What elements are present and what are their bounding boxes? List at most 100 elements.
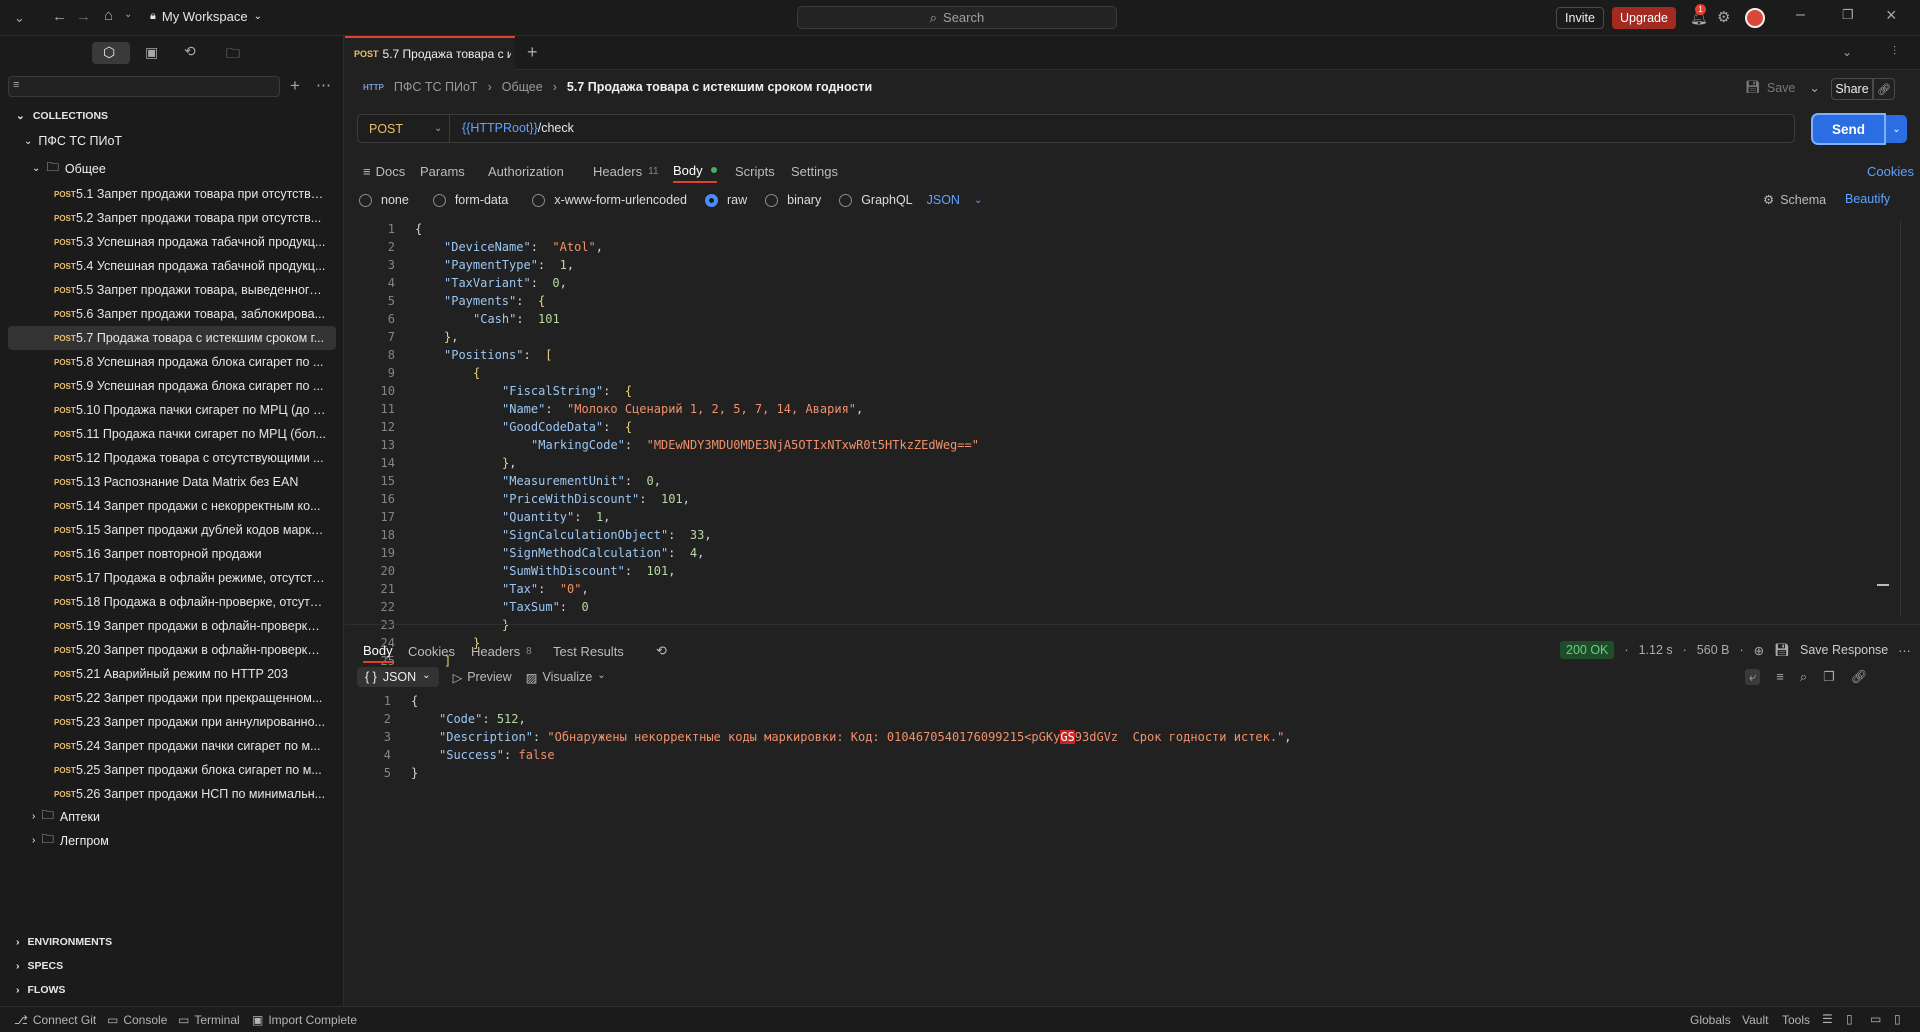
- flows-section[interactable]: › FLOWS: [16, 984, 65, 996]
- request-item[interactable]: POST 5.15 Запрет продажи дублей кодов мар…: [8, 518, 336, 542]
- request-item[interactable]: POST 5.23 Запрет продажи при аннулированн…: [8, 710, 336, 734]
- url-input[interactable]: {{HTTPRoot}} /check: [462, 121, 574, 135]
- invite-button[interactable]: Invite: [1556, 7, 1604, 29]
- request-item[interactable]: POST 5.10 Продажа пачки сигарет по МРЦ (д…: [8, 398, 336, 422]
- request-item[interactable]: POST 5.11 Продажа пачки сигарет по МРЦ (б…: [8, 422, 336, 446]
- wrap-icon[interactable]: ⤶: [1745, 669, 1761, 685]
- request-item[interactable]: POST 5.24 Запрет продажи пачки сигарет по…: [8, 734, 336, 758]
- sidebar-toggle-icon[interactable]: ⫶: [1893, 44, 1896, 59]
- layout-right-icon[interactable]: ▯: [1894, 1012, 1901, 1026]
- tools-button[interactable]: Tools: [1782, 1013, 1810, 1027]
- vault-button[interactable]: Vault: [1742, 1013, 1768, 1027]
- folder-item-pharma[interactable]: › 🗀︎ Аптеки: [32, 806, 100, 827]
- avatar[interactable]: [1745, 8, 1765, 28]
- globals-button[interactable]: Globals: [1690, 1013, 1731, 1027]
- home-icon[interactable]: ⌂: [104, 7, 113, 24]
- search-icon[interactable]: ⌕: [1800, 669, 1807, 685]
- response-body-viewer[interactable]: 1{2 "Code": 512, 3 "Description": "Обнаруже…: [357, 692, 1901, 842]
- specs-section[interactable]: › SPECS: [16, 960, 63, 972]
- workspace-selector[interactable]: 🔒︎ My Workspace ⌄: [150, 9, 262, 24]
- request-item[interactable]: POST 5.7 Продажа товара с истекшим сроком…: [8, 326, 336, 350]
- breadcrumb-folder[interactable]: Общее: [502, 80, 543, 94]
- tabs-menu-chevron-icon[interactable]: ⌄: [1842, 45, 1852, 59]
- folder-item-light[interactable]: › 🗀︎ Легпром: [32, 830, 109, 851]
- request-item[interactable]: POST 5.2 Запрет продажи товара при отсутс…: [8, 206, 336, 230]
- breadcrumb-current[interactable]: 5.7 Продажа товара с истекшим сроком год…: [567, 80, 872, 94]
- method-select[interactable]: POST ⌄: [358, 115, 450, 142]
- request-item[interactable]: POST 5.13 Распознание Data Matrix без EAN: [8, 470, 336, 494]
- send-options-chevron-icon[interactable]: ⌄: [1886, 115, 1907, 143]
- tab-headers[interactable]: Headers 11: [593, 159, 659, 183]
- connect-git-button[interactable]: ⎇ Connect Git: [14, 1013, 96, 1027]
- response-time[interactable]: 1.12 s: [1639, 643, 1673, 657]
- request-item[interactable]: POST 5.12 Продажа товара с отсутствующими…: [8, 446, 336, 470]
- globe-icon[interactable]: ⊕: [1754, 643, 1764, 658]
- request-body-editor[interactable]: 1{2 "DeviceName": "Atol", 3 "PaymentType": …: [357, 220, 1901, 686]
- request-item[interactable]: POST 5.14 Запрет продажи с некорректным к…: [8, 494, 336, 518]
- link-icon[interactable]: 🔗︎: [1851, 669, 1868, 685]
- folder-icon[interactable]: 🗀︎: [226, 43, 240, 67]
- environments-section[interactable]: › ENVIRONMENTS: [16, 936, 112, 948]
- request-item[interactable]: POST 5.6 Запрет продажи товара, заблокиро…: [8, 302, 336, 326]
- send-button[interactable]: Send: [1813, 115, 1884, 143]
- preview-button[interactable]: ▷ Preview: [453, 670, 512, 685]
- request-item[interactable]: POST 5.22 Запрет продажи при прекращенном…: [8, 686, 336, 710]
- schema-button[interactable]: ⚙ Schema: [1763, 192, 1826, 208]
- terminal-button[interactable]: ▭ Terminal: [178, 1013, 240, 1027]
- request-item[interactable]: POST 5.19 Запрет продажи в офлайн-проверк…: [8, 614, 336, 638]
- more-icon[interactable]: ⋯: [316, 76, 331, 94]
- tab-docs[interactable]: ≡ Docs: [363, 159, 405, 183]
- breadcrumb-collection[interactable]: ПФС ТС ПИоТ: [394, 80, 478, 94]
- filter-input[interactable]: ≡: [8, 76, 280, 97]
- upgrade-button[interactable]: Upgrade: [1612, 7, 1676, 29]
- request-item[interactable]: POST 5.1 Запрет продажи товара при отсутс…: [8, 182, 336, 206]
- close-icon[interactable]: ×: [1886, 5, 1897, 26]
- request-item[interactable]: POST 5.3 Успешная продажа табачной продук…: [8, 230, 336, 254]
- forward-arrow-icon[interactable]: →: [76, 8, 91, 25]
- tab-scripts[interactable]: Scripts: [735, 159, 775, 183]
- beautify-button[interactable]: Beautify: [1845, 192, 1890, 206]
- tab-params[interactable]: Params: [420, 159, 465, 183]
- request-item[interactable]: POST 5.8 Успешная продажа блока сигарет п…: [8, 350, 336, 374]
- settings-sliders-icon[interactable]: ☰: [1822, 1012, 1833, 1026]
- request-item[interactable]: POST 5.17 Продажа в офлайн режиме, отсутс…: [8, 566, 336, 590]
- status-badge[interactable]: 200 OK: [1560, 641, 1615, 659]
- save-button[interactable]: 💾︎ Save ⌄: [1745, 80, 1820, 95]
- radio-urlencoded[interactable]: [532, 193, 546, 207]
- resp-tab-cookies[interactable]: Cookies: [408, 639, 455, 663]
- request-item[interactable]: POST 5.18 Продажа в офлайн-проверке, отсу…: [8, 590, 336, 614]
- layout-bottom-icon[interactable]: ▭: [1870, 1012, 1881, 1026]
- request-item[interactable]: POST 5.16 Запрет повторной продажи: [8, 542, 336, 566]
- request-item[interactable]: POST 5.21 Аварийный режим по HTTP 203: [8, 662, 336, 686]
- environments-icon[interactable]: ▣: [145, 44, 158, 61]
- link-icon[interactable]: 🔗︎: [1873, 78, 1895, 100]
- back-arrow-icon[interactable]: ←: [52, 8, 67, 25]
- cookies-link[interactable]: Cookies: [1867, 159, 1914, 183]
- response-size[interactable]: 560 B: [1697, 643, 1730, 657]
- gear-icon[interactable]: ⚙: [1717, 8, 1730, 26]
- console-button[interactable]: ▭ Console: [107, 1013, 167, 1027]
- radio-form-data[interactable]: [432, 193, 446, 207]
- collections-cube-icon[interactable]: ⬡: [103, 44, 115, 61]
- save-response-button[interactable]: Save Response: [1800, 643, 1888, 657]
- history-icon[interactable]: ⟲: [184, 43, 196, 60]
- import-status[interactable]: ▣ Import Complete: [252, 1013, 357, 1027]
- copy-icon[interactable]: ❐: [1823, 669, 1835, 685]
- collections-section[interactable]: ⌄ COLLECTIONS: [16, 110, 108, 122]
- tab-settings[interactable]: Settings: [791, 159, 838, 183]
- request-item[interactable]: POST 5.26 Запрет продажи НСП по минимальн…: [8, 782, 336, 806]
- chevron-down-icon[interactable]: ⌄: [14, 10, 25, 26]
- request-item[interactable]: POST 5.25 Запрет продажи блока сигарет по…: [8, 758, 336, 782]
- request-item[interactable]: POST 5.20 Запрет продажи в офлайн-проверк…: [8, 638, 336, 662]
- home-menu-chevron-icon[interactable]: ⌄: [124, 9, 132, 20]
- minimize-icon[interactable]: –: [1796, 6, 1805, 24]
- restore-icon[interactable]: ❐: [1842, 7, 1854, 23]
- resp-tab-tests[interactable]: Test Results: [553, 639, 624, 663]
- resp-tab-body[interactable]: Body: [363, 639, 393, 663]
- radio-raw[interactable]: [705, 193, 718, 207]
- add-icon[interactable]: +: [290, 76, 300, 96]
- radio-none[interactable]: [359, 193, 372, 207]
- collection-item[interactable]: ⌄ ПФС ТС ПИоТ: [24, 134, 122, 148]
- share-button[interactable]: Share: [1831, 78, 1873, 100]
- response-format-select[interactable]: { } JSON ⌄: [357, 667, 439, 687]
